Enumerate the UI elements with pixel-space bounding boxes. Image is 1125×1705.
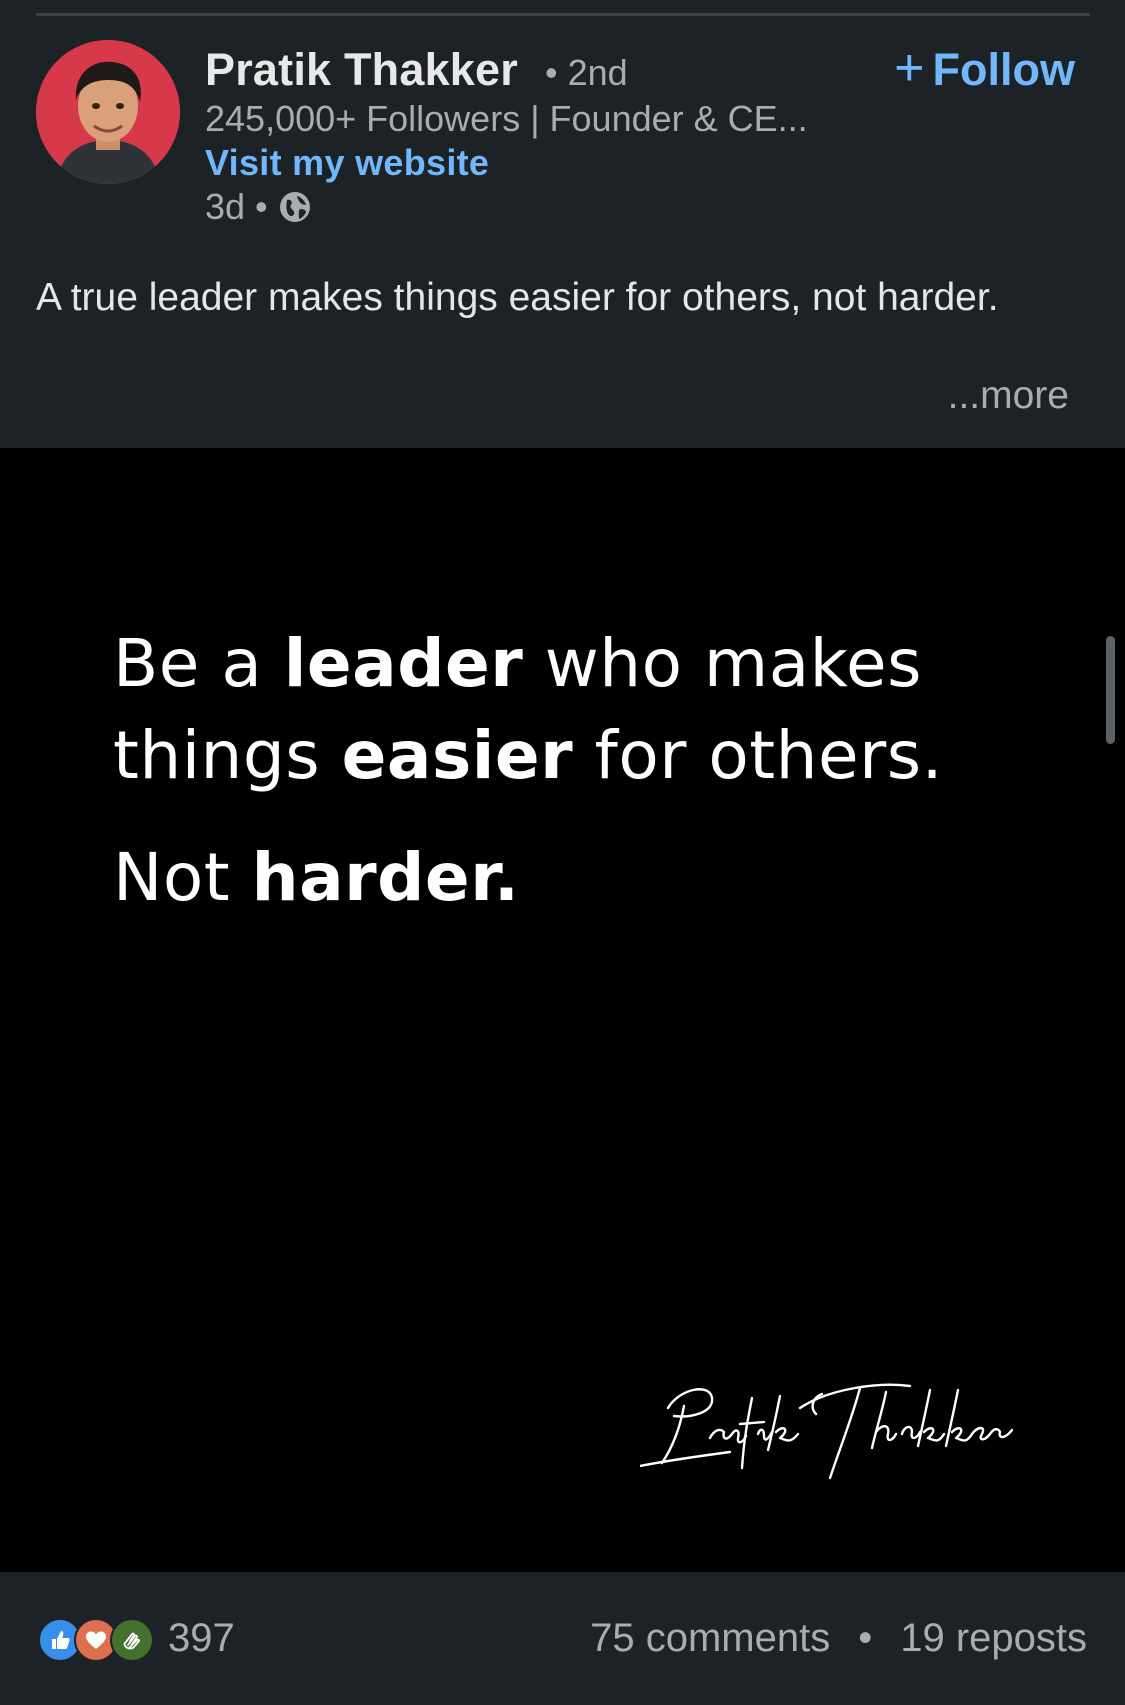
avatar-portrait xyxy=(36,40,180,184)
post-time: 3d xyxy=(205,186,246,227)
degree-separator-dot: • xyxy=(545,52,568,93)
author-name[interactable]: Pratik Thakker xyxy=(205,44,518,96)
quote-line-2-part-b: for others. xyxy=(573,717,944,794)
reposts-count[interactable]: 19 reposts xyxy=(900,1616,1087,1661)
meta-separator-dot: • xyxy=(255,186,268,227)
social-footer: 397 75 comments • 19 reposts xyxy=(0,1572,1125,1705)
reaction-count[interactable]: 397 xyxy=(168,1616,235,1661)
clap-icon xyxy=(110,1618,154,1662)
degree-label: 2nd xyxy=(567,52,628,93)
signature-graphic xyxy=(640,1383,1014,1480)
quote-line-1-bold: leader xyxy=(283,625,524,702)
plus-icon: + xyxy=(894,39,925,97)
post-image[interactable]: Be a leader who makes things easier for … xyxy=(0,448,1125,1572)
reaction-icons[interactable] xyxy=(38,1618,154,1662)
quote-line-2-part-a: things xyxy=(113,717,342,794)
comments-count[interactable]: 75 comments xyxy=(590,1616,830,1661)
quote-line-1-part-b: who makes xyxy=(523,625,923,702)
social-stats: 75 comments • 19 reposts xyxy=(590,1616,1087,1661)
quote-line-3-bold: harder. xyxy=(251,839,520,916)
globe-icon xyxy=(278,190,312,224)
quote-text: Be a leader who makes things easier for … xyxy=(113,618,1013,924)
post-meta: 3d • xyxy=(205,186,312,228)
quote-line-1-part-a: Be a xyxy=(113,625,284,702)
quote-line-1: Be a leader who makes xyxy=(113,618,1013,710)
post-text: A true leader makes things easier for ot… xyxy=(36,276,999,319)
author-avatar[interactable] xyxy=(36,40,180,184)
scrollbar-thumb[interactable] xyxy=(1106,636,1115,744)
see-more-link[interactable]: ...more xyxy=(948,374,1069,418)
follow-label: Follow xyxy=(932,44,1075,95)
author-headline: 245,000+ Followers | Founder & CE... xyxy=(205,98,808,139)
connection-degree: • 2nd xyxy=(545,52,628,94)
top-divider xyxy=(36,13,1090,16)
quote-line-2: things easier for others. xyxy=(113,710,1013,802)
stats-separator: • xyxy=(858,1616,873,1660)
follow-button[interactable]: + Follow xyxy=(894,39,1075,97)
quote-line-2-bold: easier xyxy=(341,717,574,794)
quote-line-3: Not harder. xyxy=(113,832,1013,924)
quote-line-3-part-a: Not xyxy=(113,839,252,916)
visit-website-link[interactable]: Visit my website xyxy=(205,142,489,184)
